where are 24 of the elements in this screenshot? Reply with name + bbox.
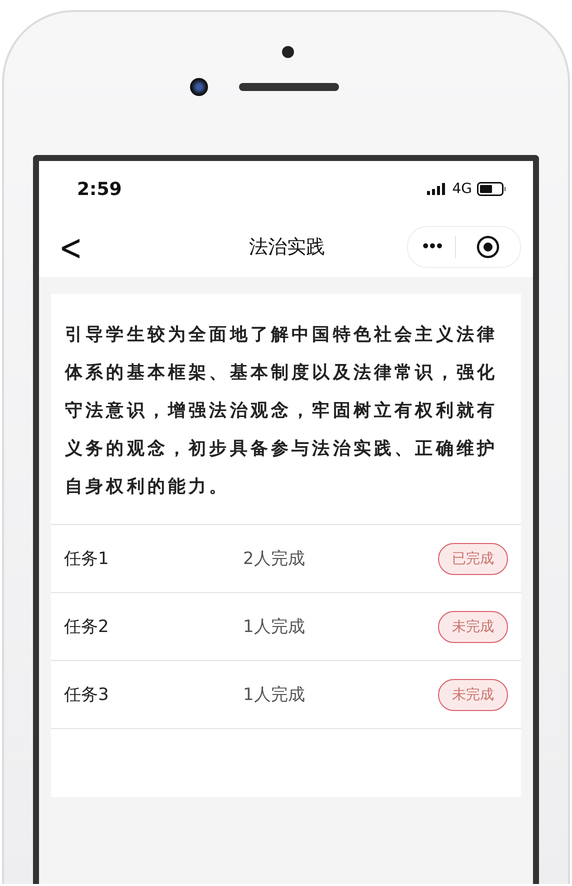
completion-count: 1人完成 xyxy=(243,684,306,706)
close-icon[interactable] xyxy=(476,235,500,259)
back-button[interactable]: < xyxy=(53,226,88,268)
more-button[interactable]: ••• xyxy=(408,238,455,256)
task-name: 任务1 xyxy=(64,548,110,570)
task-row[interactable]: 任务3 1人完成 未完成 xyxy=(51,660,521,729)
signal-icon xyxy=(427,183,448,195)
intro-paragraph: 引导学生较为全面地了解中国特色社会主义法律体系的基本框架、基本制度以及法律常识，强化守法意识，增强法治观念，牢固树立有权利就有义务的观念，初步具备参与法治实践、正确维护自身权利的能力。 xyxy=(64,324,499,499)
status-time: 2:59 xyxy=(77,178,122,200)
task-row[interactable]: 任务1 2人完成 已完成 xyxy=(51,524,521,592)
battery-icon xyxy=(477,182,507,196)
sensor-icon xyxy=(282,46,294,58)
status-badge: 未完成 xyxy=(438,678,508,710)
network-label: 4G xyxy=(452,181,472,197)
speaker-icon xyxy=(239,83,339,91)
camera-icon xyxy=(190,78,208,96)
completion-count: 1人完成 xyxy=(243,616,306,638)
page-title: 法治实践 xyxy=(249,235,325,260)
task-name: 任务3 xyxy=(64,684,110,706)
status-badge: 未完成 xyxy=(438,610,508,642)
task-row[interactable]: 任务2 1人完成 未完成 xyxy=(51,592,521,660)
completion-count: 2人完成 xyxy=(243,548,306,570)
task-name: 任务2 xyxy=(64,616,110,638)
status-badge: 已完成 xyxy=(438,542,508,574)
